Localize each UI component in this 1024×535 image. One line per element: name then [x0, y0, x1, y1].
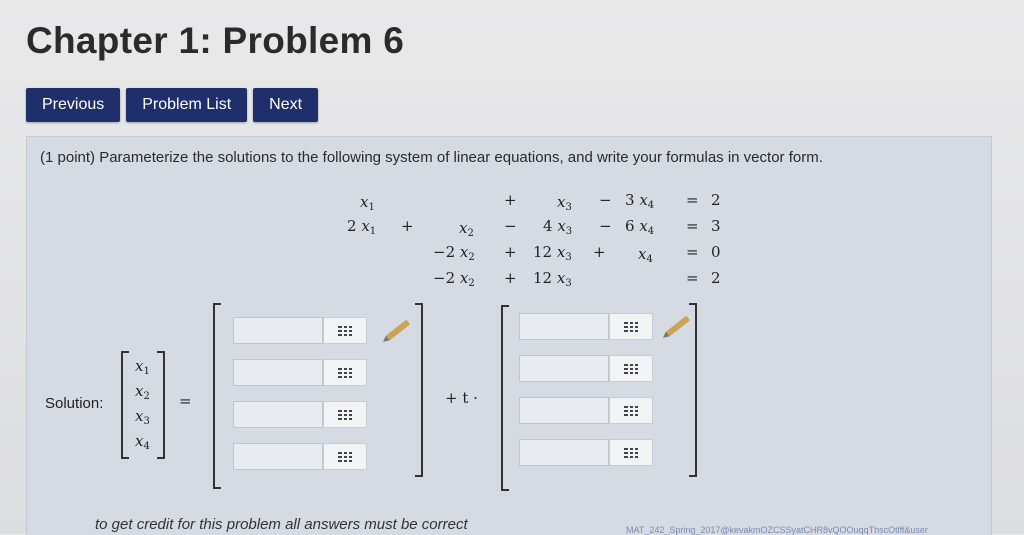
left-answer-input-2[interactable]: [233, 359, 323, 386]
x-vector-entry-4: x4: [135, 432, 150, 452]
right-answer-bracket-open: [501, 305, 509, 491]
matrix-entry-button[interactable]: [323, 359, 367, 386]
eq3-term3: 12 x3: [533, 243, 572, 263]
plus-t-operator: + t ·: [445, 389, 478, 407]
right-answer-row-1: [519, 313, 653, 340]
problem-prompt: (1 point) Parameterize the solutions to …: [40, 149, 823, 166]
x-vector-right-bracket: [157, 351, 165, 459]
left-answer-row-4: [233, 443, 367, 470]
eq3-term2: −2 x2: [433, 243, 475, 263]
eq4-equals: =: [686, 269, 699, 287]
matrix-entry-button[interactable]: [323, 401, 367, 428]
pencil-icon[interactable]: [385, 319, 411, 341]
eq3-x4: x4: [638, 245, 653, 265]
right-answer-input-3[interactable]: [519, 397, 609, 424]
eq1-rhs: 2: [711, 191, 721, 209]
grid-icon: [338, 408, 352, 421]
solution-equals: =: [179, 392, 192, 410]
solution-label: Solution:: [45, 395, 104, 412]
eq4-rhs: 2: [711, 269, 721, 287]
credit-note: to get credit for this problem all answe…: [95, 516, 468, 533]
eq2-op1: −: [504, 217, 517, 235]
eq2-op0: +: [401, 217, 414, 235]
eq3-op1: +: [504, 243, 517, 261]
grid-icon: [624, 320, 638, 333]
eq2-term4: 6 x4: [625, 217, 655, 237]
right-answer-input-1[interactable]: [519, 313, 609, 340]
problem-box: (1 point) Parameterize the solutions to …: [26, 136, 992, 535]
eq3-rhs: 0: [711, 243, 721, 261]
right-answer-input-4[interactable]: [519, 439, 609, 466]
matrix-entry-button[interactable]: [609, 313, 653, 340]
eq1-equals: =: [686, 191, 699, 209]
eq2-equals: =: [686, 217, 699, 235]
grid-icon: [338, 450, 352, 463]
left-answer-input-4[interactable]: [233, 443, 323, 470]
matrix-entry-button[interactable]: [609, 439, 653, 466]
right-answer-input-2[interactable]: [519, 355, 609, 382]
eq3-op2: +: [593, 243, 606, 261]
eq2-term3: 4 x3: [543, 217, 573, 237]
left-answer-bracket-open: [213, 303, 221, 489]
left-answer-input-1[interactable]: [233, 317, 323, 344]
grid-icon: [338, 324, 352, 337]
page-title: Chapter 1: Problem 6: [26, 20, 405, 61]
eq2-term1: 2 x1: [347, 217, 377, 237]
grid-icon: [338, 366, 352, 379]
grid-icon: [624, 362, 638, 375]
left-answer-row-2: [233, 359, 367, 386]
eq2-op2: −: [599, 217, 612, 235]
right-answer-bracket-close: [689, 303, 697, 477]
grid-icon: [624, 446, 638, 459]
eq1-x3: x3: [557, 193, 572, 213]
eq1-op1: +: [504, 191, 517, 209]
right-answer-row-4: [519, 439, 653, 466]
eq1-op2: −: [599, 191, 612, 209]
x-vector-entry-2: x2: [135, 382, 150, 402]
x-vector-entry-3: x3: [135, 407, 150, 427]
problem-list-button[interactable]: Problem List: [126, 88, 248, 122]
right-answer-row-2: [519, 355, 653, 382]
eq4-op1: +: [504, 269, 517, 287]
left-answer-bracket-close: [415, 303, 423, 477]
eq4-term3: 12 x3: [533, 269, 572, 289]
left-answer-row-1: [233, 317, 367, 344]
matrix-entry-button[interactable]: [609, 397, 653, 424]
right-answer-row-3: [519, 397, 653, 424]
eq1-x1: x1: [360, 193, 375, 213]
x-vector-left-bracket: [121, 351, 129, 459]
pencil-icon[interactable]: [665, 315, 691, 337]
eq3-equals: =: [686, 243, 699, 261]
x-vector-entry-1: x1: [135, 357, 150, 377]
matrix-entry-button[interactable]: [323, 317, 367, 344]
left-answer-row-3: [233, 401, 367, 428]
eq2-x2: x2: [459, 219, 474, 239]
next-button[interactable]: Next: [253, 88, 319, 122]
matrix-entry-button[interactable]: [323, 443, 367, 470]
matrix-entry-button[interactable]: [609, 355, 653, 382]
left-answer-input-3[interactable]: [233, 401, 323, 428]
grid-icon: [624, 404, 638, 417]
eq2-rhs: 3: [711, 217, 721, 235]
eq4-term2: −2 x2: [433, 269, 475, 289]
nav-bar: Previous Problem List Next: [26, 88, 319, 122]
previous-button[interactable]: Previous: [26, 88, 121, 122]
eq1-term4: 3 x4: [625, 191, 655, 211]
